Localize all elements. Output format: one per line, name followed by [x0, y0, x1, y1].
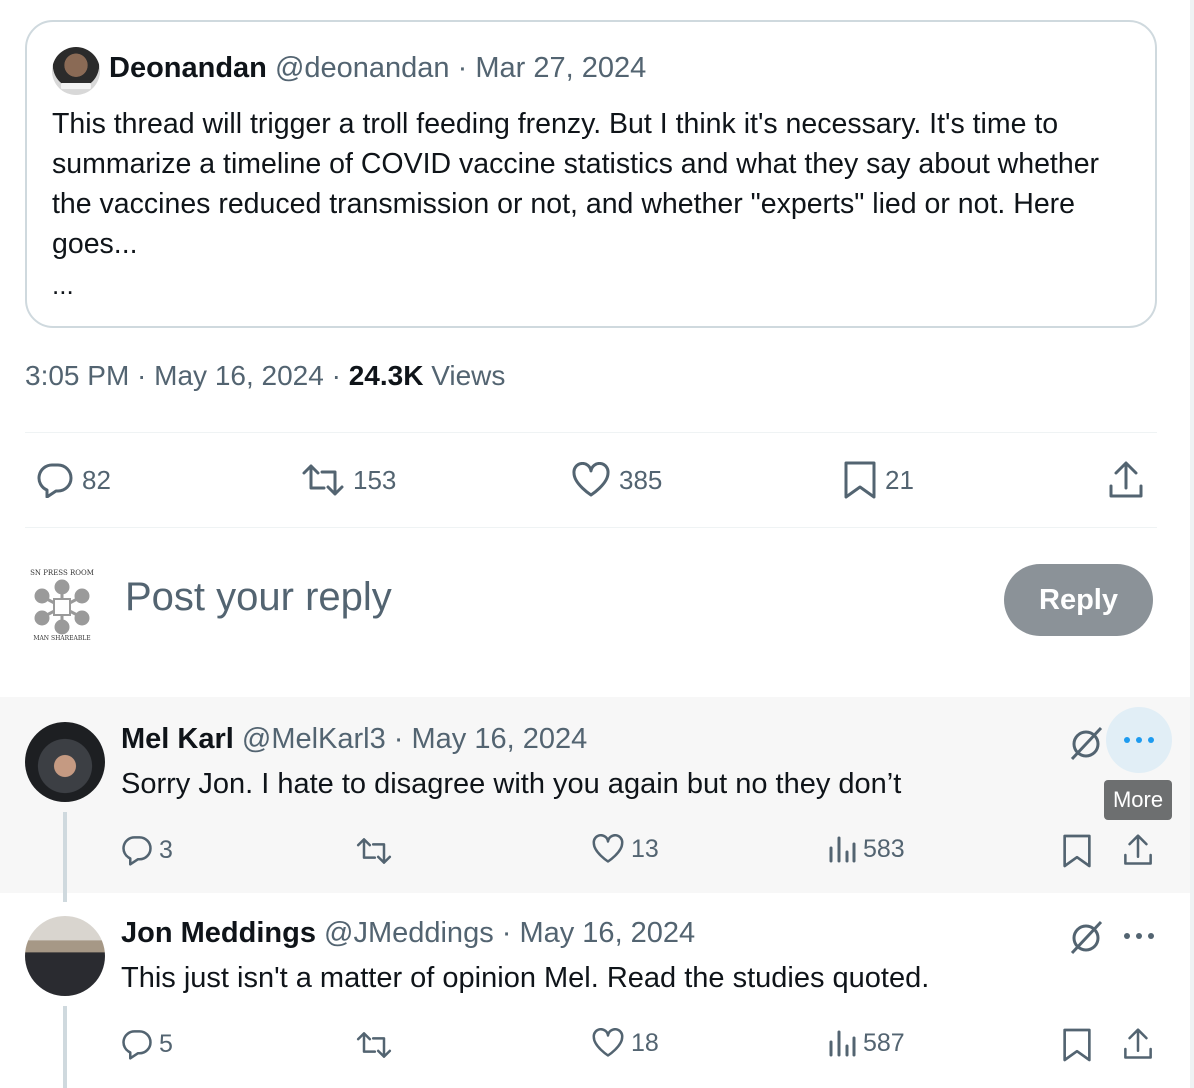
reply-icon [37, 463, 73, 498]
repost-count: 153 [353, 464, 397, 495]
quoted-author-meta: @deonandan · Mar 27, 2024 [266, 52, 647, 84]
reply-like-count: 13 [631, 834, 659, 863]
post-timestamp[interactable]: 3:05 PM · May 16, 2024 · [25, 360, 349, 391]
quoted-post-header: Deonandan @deonandan · Mar 27, 2024 [109, 52, 646, 85]
bookmark-icon [844, 461, 876, 499]
share-icon[interactable] [1122, 1027, 1154, 1061]
divider [25, 527, 1157, 528]
more-tooltip: More [1104, 780, 1172, 820]
reply-text: Sorry Jon. I hate to disagree with you a… [121, 768, 902, 800]
quoted-post-text: This thread will trigger a troll feeding… [52, 108, 1100, 260]
reply-like-button[interactable]: 13 [591, 834, 659, 864]
quoted-author-avatar[interactable] [52, 47, 100, 95]
share-icon [1109, 461, 1143, 498]
reply-author-meta: @JMeddings · May 16, 2024 [315, 917, 696, 949]
reply-author-avatar[interactable] [25, 916, 105, 996]
reply-button[interactable]: Reply [1004, 564, 1153, 636]
more-button[interactable] [1106, 707, 1172, 773]
reply-views-button[interactable]: 587 [827, 1028, 905, 1058]
share-icon[interactable] [1122, 833, 1154, 867]
more-dots-icon [1124, 737, 1154, 743]
reply-reply-button[interactable]: 5 [121, 1028, 173, 1060]
post-timestamp-views: 3:05 PM · May 16, 2024 · 24.3K Views [25, 360, 505, 392]
grok-icon[interactable] [1068, 724, 1104, 762]
repost-icon [302, 464, 344, 496]
divider [25, 432, 1157, 433]
reply-like-button[interactable]: 18 [591, 1028, 659, 1058]
views-count: 24.3K [348, 360, 424, 391]
reply-header: Mel Karl @MelKarl3 · May 16, 2024 [121, 723, 587, 756]
thread-line [63, 812, 67, 902]
thread-line [63, 1006, 67, 1088]
reply-action-button[interactable]: 82 [36, 462, 111, 498]
views-label: Views [423, 360, 506, 391]
quoted-author-name[interactable]: Deonandan [109, 52, 267, 84]
bookmark-icon[interactable] [1062, 833, 1092, 869]
reply-author-meta: @MelKarl3 · May 16, 2024 [233, 723, 588, 755]
reply-reply-count: 5 [159, 1029, 173, 1058]
avatar-text-bottom: MAN SHAREABLE [33, 635, 90, 642]
reply-like-count: 18 [631, 1028, 659, 1057]
views-chart-icon [829, 1030, 856, 1057]
reply-views-count: 587 [863, 1028, 905, 1057]
reply-icon [122, 836, 152, 866]
bookmark-icon[interactable] [1062, 1027, 1092, 1063]
reply-repost-button[interactable] [355, 836, 393, 866]
views-chart-icon [829, 836, 856, 863]
heart-icon [592, 834, 624, 863]
bookmark-action-button[interactable]: 21 [843, 460, 914, 500]
reply-author-name[interactable]: Jon Meddings [121, 917, 316, 949]
reply-repost-button[interactable] [355, 1030, 393, 1060]
reply-author-avatar[interactable] [25, 722, 105, 802]
like-count: 385 [619, 464, 663, 495]
reply-reply-count: 3 [159, 835, 173, 864]
reply-reply-button[interactable]: 3 [121, 834, 173, 866]
quoted-post-card[interactable]: Deonandan @deonandan · Mar 27, 2024 This… [25, 20, 1157, 328]
share-action-button[interactable] [1107, 460, 1145, 500]
reply-icon [122, 1030, 152, 1060]
reply-views-count: 583 [863, 834, 905, 863]
reply-author-name[interactable]: Mel Karl [121, 723, 234, 755]
grok-icon[interactable] [1068, 918, 1104, 956]
like-action-button[interactable]: 385 [571, 462, 662, 498]
avatar-text-top: SN PRESS ROOM [30, 569, 94, 577]
quoted-post-ellipsis: ... [52, 270, 74, 300]
reply-views-button[interactable]: 583 [827, 834, 905, 864]
more-dots-icon[interactable] [1123, 932, 1155, 940]
heart-icon [592, 1028, 624, 1057]
heart-icon [572, 462, 610, 497]
current-user-avatar[interactable]: SN PRESS ROOM MAN SHAREABLE [25, 563, 99, 643]
reply-input[interactable]: Post your reply [125, 575, 392, 620]
repost-action-button[interactable]: 153 [301, 462, 396, 498]
repost-icon [356, 1032, 392, 1058]
repost-icon [356, 838, 392, 864]
bookmark-count: 21 [885, 464, 914, 495]
reply-header: Jon Meddings @JMeddings · May 16, 2024 [121, 917, 695, 950]
reply-count: 82 [82, 464, 111, 495]
right-border [1190, 0, 1194, 1088]
reply-text: This just isn't a matter of opinion Mel.… [121, 962, 930, 994]
